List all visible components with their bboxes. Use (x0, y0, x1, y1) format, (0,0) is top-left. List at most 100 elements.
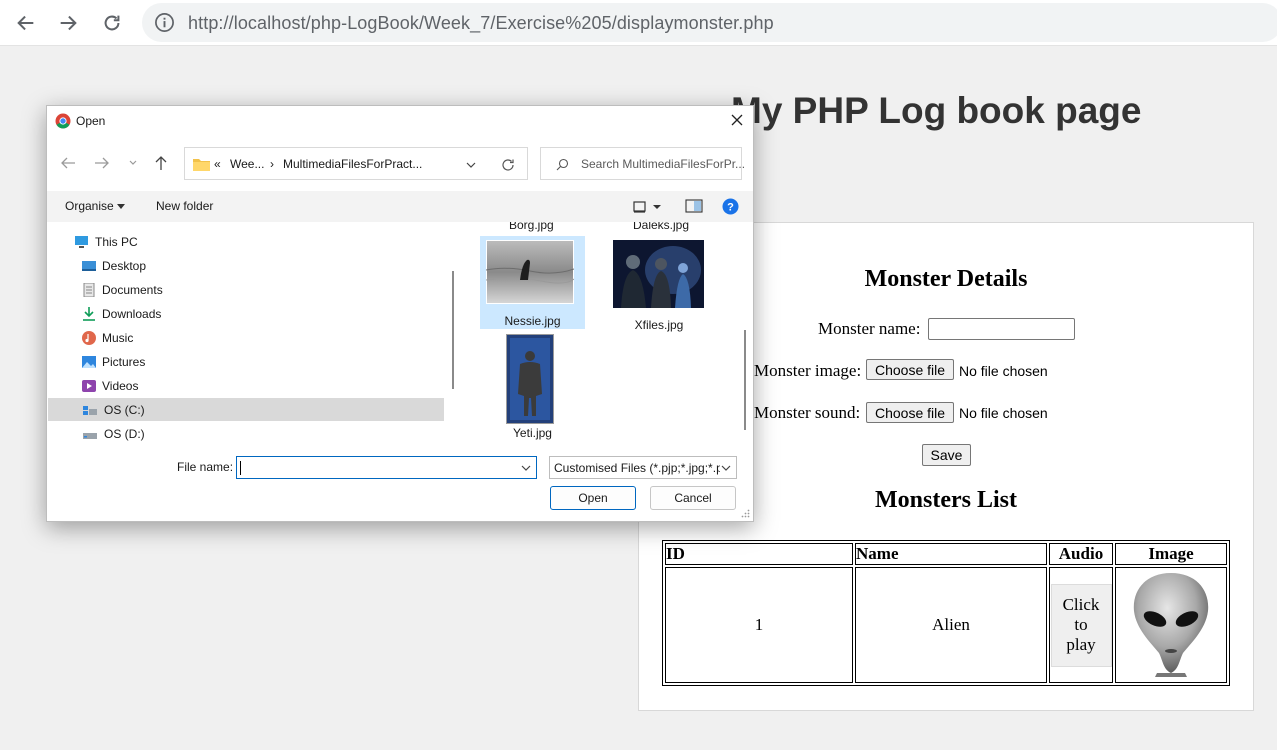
breadcrumb-week[interactable]: Wee... (230, 157, 264, 171)
nav-item-this-pc[interactable]: This PC (48, 230, 444, 253)
cancel-button[interactable]: Cancel (650, 486, 736, 510)
view-options-icon[interactable] (633, 200, 663, 214)
address-bar[interactable]: http://localhost/php-LogBook/Week_7/Exer… (142, 3, 1277, 42)
nav-item-os-c[interactable]: OS (C:) (48, 398, 444, 421)
url-text: http://localhost/php-LogBook/Week_7/Exer… (188, 13, 774, 34)
column-header-image: Image (1115, 543, 1227, 565)
refresh-icon[interactable] (501, 158, 515, 172)
forward-button[interactable] (52, 7, 84, 39)
recent-locations-button[interactable] (123, 154, 143, 172)
cell-image (1115, 567, 1227, 683)
nessie-thumbnail (486, 240, 574, 304)
reload-icon (104, 15, 120, 31)
dialog-address-bar[interactable]: « Wee... › MultimediaFilesForPract... (184, 147, 528, 180)
back-button[interactable] (10, 7, 42, 39)
open-button[interactable]: Open (550, 486, 636, 510)
column-header-name: Name (855, 543, 1047, 565)
file-item-yeti[interactable]: Yeti.jpg (480, 334, 585, 446)
nav-item-label: Music (102, 330, 134, 345)
save-button[interactable]: Save (922, 444, 971, 466)
text-caret (240, 461, 241, 475)
nav-item-downloads[interactable]: Downloads (48, 302, 444, 325)
yeti-thumbnail (506, 334, 554, 424)
search-placeholder: Search MultimediaFilesForPr... (581, 157, 746, 171)
caret-down-icon (117, 204, 125, 209)
monster-name-input[interactable] (928, 318, 1075, 340)
xfiles-thumbnail (613, 240, 704, 308)
documents-icon (83, 282, 95, 297)
play-label-line: Click (1062, 595, 1100, 614)
cell-audio: Click to play (1049, 567, 1113, 683)
close-icon[interactable] (729, 112, 745, 128)
folder-icon (193, 159, 210, 171)
nav-item-label: This PC (95, 234, 138, 249)
dialog-command-bar: Organise New folder ? (47, 191, 753, 222)
file-item-xfiles[interactable]: Xfiles.jpg (609, 236, 709, 332)
dialog-back-button[interactable] (58, 154, 78, 172)
dialog-search-box[interactable]: Search MultimediaFilesForPr... (540, 147, 746, 180)
file-item-daleks[interactable]: Daleks.jpg (633, 222, 689, 232)
svg-text:?: ? (727, 202, 734, 214)
file-item-label: Nessie.jpg (504, 314, 561, 328)
click-to-play-button[interactable]: Click to play (1050, 583, 1112, 667)
drive-d-icon (83, 432, 97, 439)
chevron-down-icon[interactable] (521, 465, 531, 472)
file-item-borg[interactable]: Borg.jpg (509, 222, 554, 232)
navigation-pane: This PC Desktop Documents Downloads Musi… (48, 222, 446, 446)
back-arrow-icon (61, 157, 75, 169)
chrome-logo-icon (55, 113, 71, 129)
file-name-input[interactable] (236, 456, 537, 479)
nav-item-label: OS (C:) (104, 402, 145, 417)
nav-item-label: Desktop (102, 258, 147, 273)
dialog-forward-button[interactable] (92, 154, 112, 172)
page-title: My PHP Log book page (731, 90, 1142, 131)
monster-image-label: Monster image: (754, 361, 862, 380)
videos-icon (82, 379, 96, 392)
nav-item-music[interactable]: Music (48, 326, 444, 349)
file-list-pane: Borg.jpg Daleks.jpg Nessie.jpg Xfiles.jp… (461, 222, 738, 446)
file-name-label: File name: (177, 460, 234, 474)
music-icon (82, 330, 96, 345)
cell-id: 1 (665, 567, 853, 683)
monster-sound-status: No file chosen (959, 405, 1048, 421)
cell-name: Alien (855, 567, 1047, 683)
help-icon[interactable]: ? (722, 198, 739, 215)
file-type-value: Customised Files (*.pjp;*.jpg;*.p (554, 461, 723, 475)
reload-button[interactable] (96, 7, 128, 39)
file-type-select[interactable]: Customised Files (*.pjp;*.jpg;*.p (549, 456, 737, 479)
url-host: http://localhost (188, 13, 306, 33)
table-header-row: ID Name Audio Image (665, 543, 1227, 565)
preview-pane-icon[interactable] (685, 199, 703, 213)
organise-button[interactable]: Organise (65, 199, 114, 213)
monster-image-choose-button[interactable]: Choose file (866, 359, 955, 380)
chevron-down-icon[interactable] (466, 161, 476, 169)
nav-item-pictures[interactable]: Pictures (48, 350, 444, 373)
nav-item-desktop[interactable]: Desktop (48, 254, 444, 277)
file-item-nessie[interactable]: Nessie.jpg (480, 236, 585, 329)
play-label-line: play (1066, 635, 1096, 654)
file-list-scrollbar[interactable] (744, 330, 746, 430)
drive-c-icon (83, 405, 97, 415)
nav-item-videos[interactable]: Videos (48, 374, 444, 397)
monster-sound-label: Monster sound: (754, 403, 861, 422)
new-folder-button[interactable]: New folder (156, 199, 213, 213)
up-arrow-icon (155, 156, 167, 170)
monster-image-status: No file chosen (959, 363, 1048, 379)
nav-item-documents[interactable]: Documents (48, 278, 444, 301)
monster-sound-choose-button[interactable]: Choose file (866, 402, 955, 423)
up-folder-button[interactable] (151, 154, 171, 172)
navigation-scrollbar[interactable] (452, 271, 454, 389)
download-icon (83, 306, 95, 321)
browser-toolbar: http://localhost/php-LogBook/Week_7/Exer… (0, 0, 1277, 46)
site-info-icon[interactable] (154, 12, 175, 33)
nav-item-os-d[interactable]: OS (D:) (48, 422, 444, 445)
table-row: 1 Alien Click to play (665, 567, 1227, 683)
breadcrumb-overflow[interactable]: « (214, 157, 221, 171)
forward-arrow-icon (60, 15, 77, 31)
desktop-icon (82, 260, 96, 271)
monster-name-label: Monster name: (818, 319, 921, 338)
nav-item-label: Downloads (102, 306, 162, 321)
breadcrumb-current-folder[interactable]: MultimediaFilesForPract... (283, 157, 422, 171)
resize-grip-icon[interactable] (741, 509, 750, 518)
forward-arrow-icon (95, 157, 109, 169)
